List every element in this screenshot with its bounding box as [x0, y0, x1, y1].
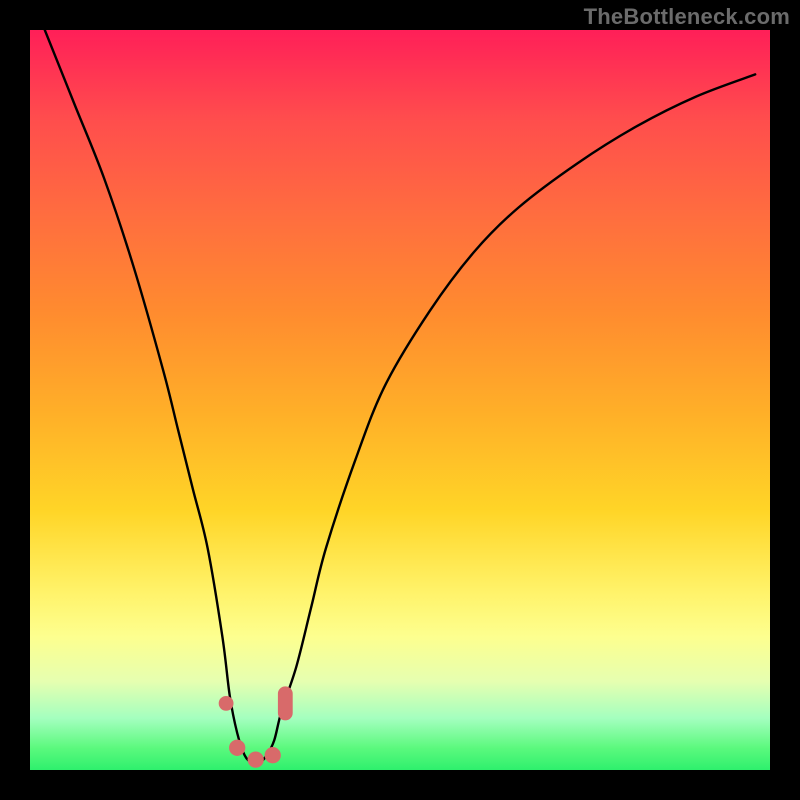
curve-marker [229, 740, 245, 756]
bottleneck-curve [45, 30, 755, 764]
curve-marker [219, 696, 234, 711]
curve-markers [219, 686, 293, 767]
figure-container: TheBottleneck.com [0, 0, 800, 800]
curve-marker [248, 752, 264, 768]
curve-marker [265, 747, 281, 763]
curve-marker [278, 686, 293, 720]
attribution-label: TheBottleneck.com [584, 4, 790, 30]
chart-svg [30, 30, 770, 770]
plot-area [30, 30, 770, 770]
